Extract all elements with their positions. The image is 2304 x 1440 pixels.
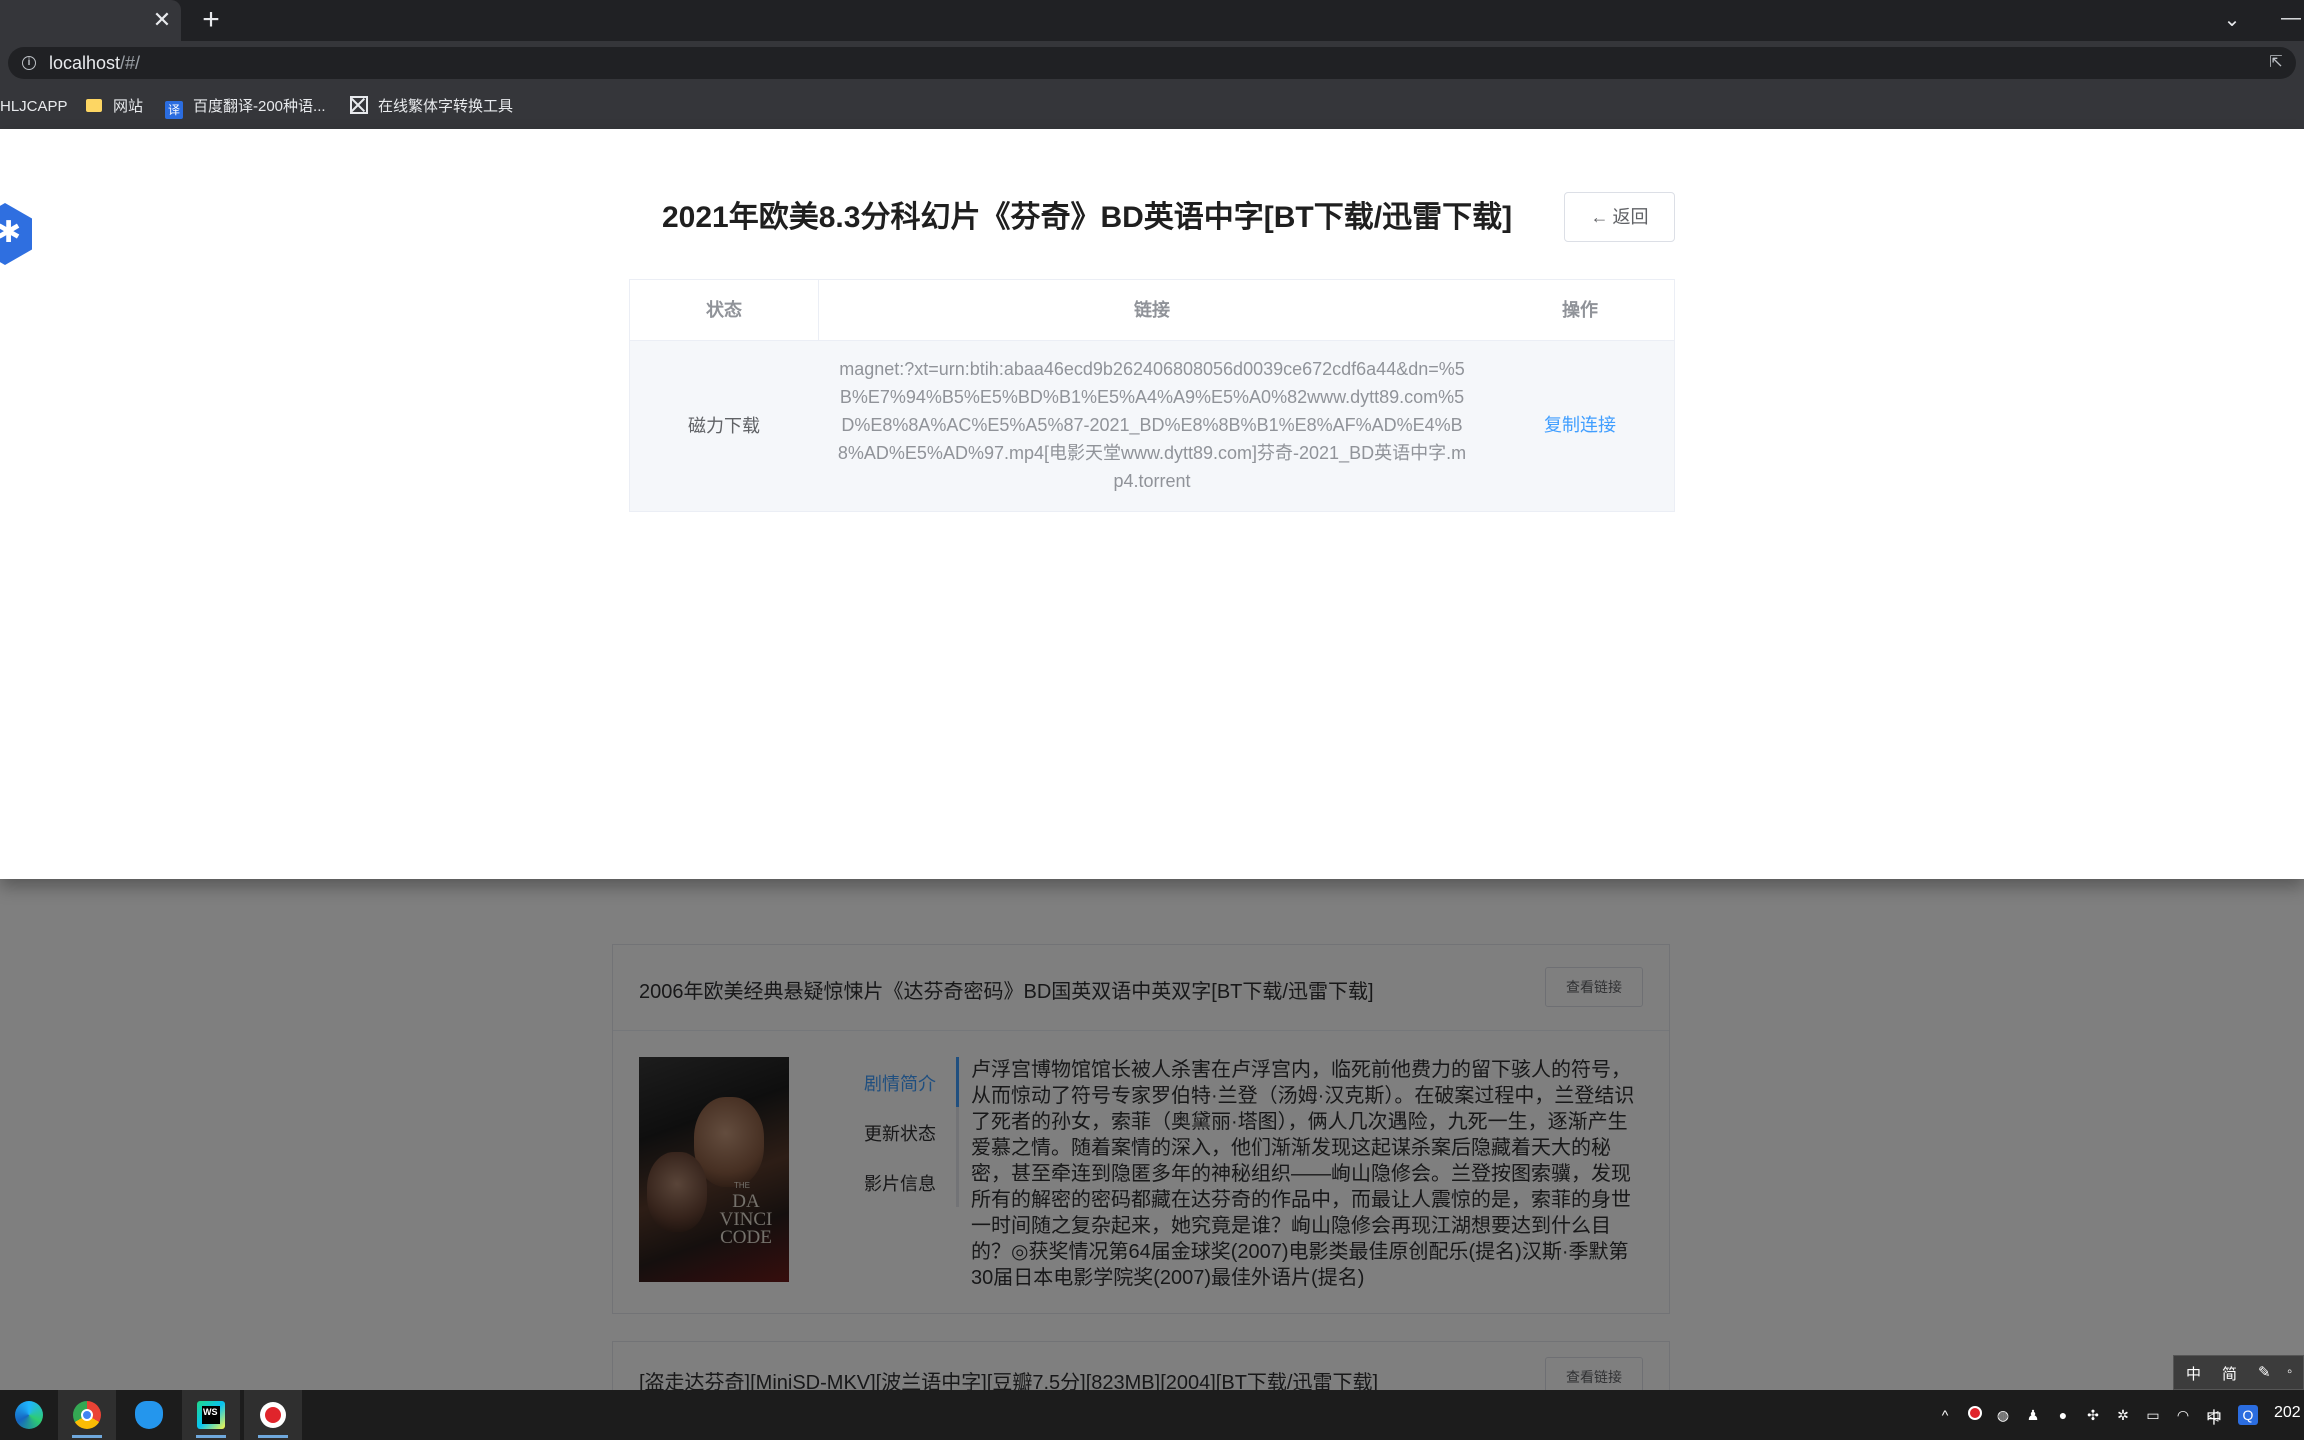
recorder-icon: [260, 1402, 286, 1428]
links-drawer: 2021年欧美8.3分科幻片《芬奇》BD英语中字[BT下载/迅雷下载] ←返回 …: [0, 129, 2304, 879]
new-tab-button[interactable]: +: [196, 5, 226, 36]
copy-link-button[interactable]: 复制连接: [1544, 415, 1616, 435]
bookmark-converter[interactable]: 在线繁体字转换工具: [350, 96, 513, 118]
url-host: localhost: [49, 53, 121, 73]
bookmark-label: HLJCAPP: [0, 98, 68, 115]
converter-icon: [350, 96, 368, 114]
clock[interactable]: 202: [2274, 1404, 2301, 1422]
ime-toolbar: 中 简 ✎ ◦: [2173, 1355, 2304, 1390]
drawer-title: 2021年欧美8.3分科幻片《芬奇》BD英语中字[BT下载/迅雷下载]: [662, 201, 1513, 234]
input-language: 中: [2206, 1410, 2223, 1427]
browser-toolbar: i localhost/#/ ⇱: [0, 41, 2304, 84]
tray-recorder-icon[interactable]: [1965, 1405, 1985, 1425]
chrome-app[interactable]: [58, 1390, 116, 1440]
ime-mode-chinese[interactable]: 中: [2186, 1363, 2201, 1384]
taskbar: WS ^ ◍ ♟ ● ✣ ✲ ▭ ◠ ◁ 中 Q 202: [0, 1390, 2304, 1440]
bookmark-label: 百度翻译-200种语...: [193, 98, 326, 115]
recorder-app[interactable]: [244, 1390, 302, 1440]
tray-app-icon[interactable]: ◍: [1993, 1405, 2013, 1425]
share-icon[interactable]: ⇱: [2266, 53, 2286, 73]
webstorm-icon: WS: [197, 1401, 225, 1429]
bookmark-label: 网站: [113, 98, 144, 115]
edge-icon: [15, 1401, 43, 1429]
docker-app[interactable]: [120, 1390, 178, 1440]
close-tab-icon[interactable]: ✕: [150, 8, 174, 32]
back-button-label: 返回: [1612, 207, 1649, 227]
action-cell: 复制连接: [1485, 341, 1675, 511]
url-text[interactable]: localhost/#/: [49, 52, 140, 74]
folder-icon: [86, 99, 102, 112]
tray-slack-icon[interactable]: ✣: [2083, 1405, 2103, 1425]
ime-mode-simplified[interactable]: 简: [2222, 1363, 2237, 1384]
site-info-icon[interactable]: i: [22, 56, 36, 70]
bookmarks-bar: HLJCAPP 网站 译百度翻译-200种语... 在线繁体字转换工具: [0, 84, 2304, 129]
table-header: 状态 链接 操作: [630, 280, 1674, 341]
browser-tab[interactable]: ✕: [0, 0, 181, 41]
bookmark-websites[interactable]: 网站: [86, 96, 143, 118]
tray-notification-icon[interactable]: Q: [2238, 1405, 2258, 1425]
tray-battery-icon[interactable]: ▭: [2143, 1405, 2163, 1425]
app-logo-icon[interactable]: [0, 203, 32, 265]
edge-app[interactable]: [0, 1390, 58, 1440]
bookmark-hljcapp[interactable]: HLJCAPP: [0, 96, 68, 118]
header-action: 操作: [1562, 300, 1598, 320]
minimize-window-button[interactable]: —: [2278, 6, 2304, 34]
magnet-link-cell: magnet:?xt=urn:btih:abaa46ecd9b262406808…: [837, 359, 1467, 491]
docker-icon: [135, 1401, 163, 1429]
ime-settings-icon[interactable]: ◦: [2287, 1363, 2292, 1380]
tray-wifi-icon[interactable]: ◠: [2173, 1405, 2193, 1425]
chrome-icon: [73, 1401, 101, 1429]
table-row: 磁力下载 magnet:?xt=urn:btih:abaa46ecd9b2624…: [630, 341, 1674, 511]
url-path: /#/: [120, 53, 141, 73]
webstorm-app[interactable]: WS: [182, 1390, 240, 1440]
header-status: 状态: [706, 300, 742, 320]
address-bar[interactable]: i localhost/#/ ⇱: [8, 47, 2296, 79]
translate-icon: 译: [165, 101, 183, 119]
links-table: 状态 链接 操作 磁力下载 magnet:?xt=urn:btih:abaa46…: [629, 279, 1675, 512]
bookmark-baidu-translate[interactable]: 译百度翻译-200种语...: [165, 96, 326, 119]
header-link: 链接: [1134, 300, 1170, 320]
tray-qq-icon[interactable]: ♟: [2023, 1405, 2043, 1425]
tray-bluetooth-icon[interactable]: ✲: [2113, 1405, 2133, 1425]
ime-skin-icon[interactable]: ✎: [2258, 1363, 2271, 1381]
bookmark-label: 在线繁体字转换工具: [378, 98, 514, 115]
input-language-indicator[interactable]: 中: [2206, 1404, 2222, 1428]
back-button[interactable]: ← 返回: [1564, 192, 1675, 242]
tab-strip: ✕ + ⌄ —: [0, 0, 2304, 41]
tray-overflow-icon[interactable]: ^: [1935, 1405, 1955, 1425]
tray-wechat-icon[interactable]: ●: [2053, 1405, 2073, 1425]
status-cell: 磁力下载: [688, 416, 760, 436]
arrow-left-icon: ←: [1590, 207, 1609, 227]
tab-search-chevron-icon[interactable]: ⌄: [2218, 6, 2246, 34]
